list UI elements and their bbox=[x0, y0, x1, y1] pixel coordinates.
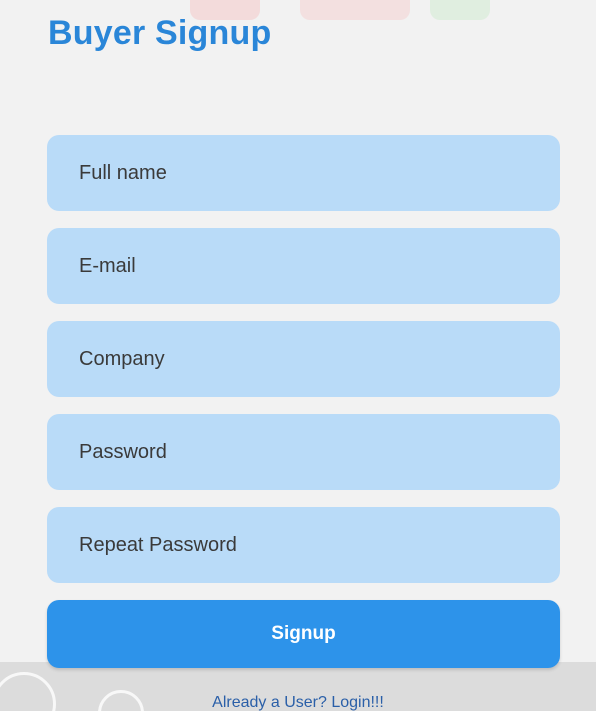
password-placeholder: Password bbox=[79, 440, 167, 463]
repeat-password-placeholder: Repeat Password bbox=[79, 533, 237, 556]
repeat-password-field[interactable]: Repeat Password bbox=[47, 507, 560, 583]
email-placeholder: E-mail bbox=[79, 254, 136, 277]
background-logo-fragment bbox=[300, 0, 410, 20]
signup-screen: Buyer Signup Full name E-mail Company Pa… bbox=[0, 0, 596, 711]
page-title: Buyer Signup bbox=[48, 14, 272, 52]
email-field[interactable]: E-mail bbox=[47, 228, 560, 304]
signup-button[interactable]: Signup bbox=[47, 600, 560, 668]
full-name-field[interactable]: Full name bbox=[47, 135, 560, 211]
company-placeholder: Company bbox=[79, 347, 165, 370]
background-logo-fragment bbox=[430, 0, 490, 20]
full-name-placeholder: Full name bbox=[79, 161, 167, 184]
login-link[interactable]: Already a User? Login!!! bbox=[0, 694, 596, 711]
password-field[interactable]: Password bbox=[47, 414, 560, 490]
company-field[interactable]: Company bbox=[47, 321, 560, 397]
